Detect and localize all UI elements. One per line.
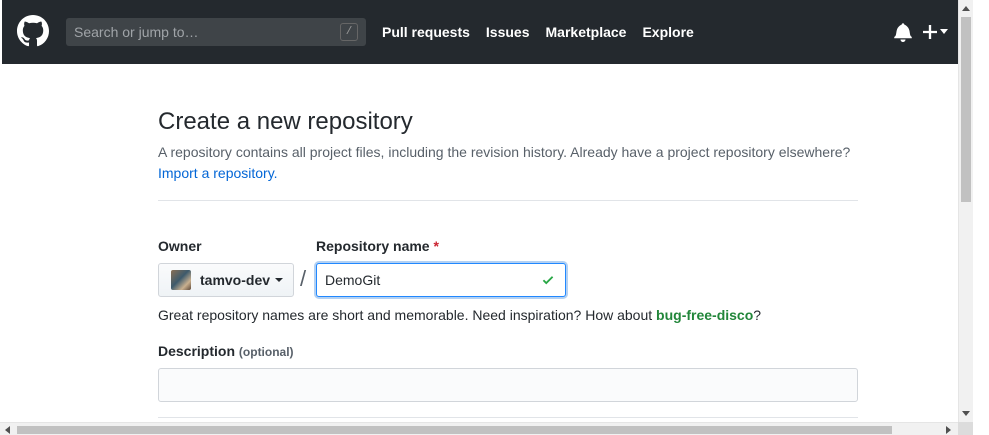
section-divider	[158, 200, 858, 201]
nav-explore[interactable]: Explore	[642, 24, 693, 40]
horizontal-scrollbar[interactable]	[0, 422, 958, 435]
search-box[interactable]: /	[66, 18, 366, 46]
description-label: Description (optional)	[158, 343, 294, 359]
repo-name-label-text: Repository name	[316, 238, 430, 254]
scroll-left-arrow-icon[interactable]	[5, 426, 10, 434]
bell-icon[interactable]	[894, 22, 912, 42]
vertical-scrollbar[interactable]	[958, 0, 973, 422]
hint-prefix: Great repository names are short and mem…	[158, 307, 657, 323]
section-divider-bottom	[158, 417, 858, 418]
site-header: / Pull requests Issues Marketplace Explo…	[2, 0, 958, 64]
window-edge	[973, 0, 989, 435]
repo-name-input[interactable]	[317, 272, 527, 288]
subhead-text: A repository contains all project files,…	[158, 144, 851, 160]
search-shortcut-key: /	[340, 23, 358, 41]
optional-tag: (optional)	[238, 345, 294, 359]
header-nav: Pull requests Issues Marketplace Explore	[382, 0, 710, 64]
scroll-right-arrow-icon[interactable]	[946, 426, 951, 434]
hint-suffix: ?	[753, 307, 762, 323]
repo-name-field[interactable]	[316, 263, 566, 297]
description-label-text: Description	[158, 343, 236, 359]
suggested-name-link[interactable]: bug-free-disco	[656, 307, 753, 323]
repo-name-hint: Great repository names are short and mem…	[158, 307, 761, 323]
search-input[interactable]	[66, 24, 326, 40]
caret-down-icon	[940, 29, 948, 34]
nav-marketplace[interactable]: Marketplace	[546, 24, 627, 40]
owner-repo-separator: /	[300, 266, 307, 291]
plus-icon	[923, 25, 937, 39]
horizontal-scroll-thumb[interactable]	[17, 426, 892, 434]
github-logo-icon[interactable]	[17, 15, 49, 47]
caret-down-icon	[275, 278, 284, 282]
required-mark: *	[433, 238, 439, 254]
page-title: Create a new repository	[158, 108, 413, 135]
owner-name: tamvo-dev	[200, 272, 271, 288]
import-repository-link[interactable]: Import a repository.	[158, 165, 278, 181]
scrollbar-corner	[958, 422, 973, 435]
owner-select-button[interactable]: tamvo-dev	[158, 263, 294, 297]
page-subhead: A repository contains all project files,…	[158, 142, 858, 184]
scroll-up-arrow-icon[interactable]	[962, 6, 970, 11]
nav-issues[interactable]: Issues	[486, 24, 530, 40]
owner-avatar	[171, 270, 191, 290]
description-input[interactable]	[159, 369, 857, 401]
check-icon	[542, 276, 554, 285]
repo-name-label: Repository name *	[316, 238, 439, 254]
nav-pull-requests[interactable]: Pull requests	[382, 24, 470, 40]
scroll-down-arrow-icon[interactable]	[962, 411, 970, 416]
owner-label: Owner	[158, 238, 202, 254]
vertical-scroll-thumb[interactable]	[961, 17, 971, 202]
description-field[interactable]	[158, 368, 858, 402]
create-new-menu[interactable]	[923, 23, 953, 41]
